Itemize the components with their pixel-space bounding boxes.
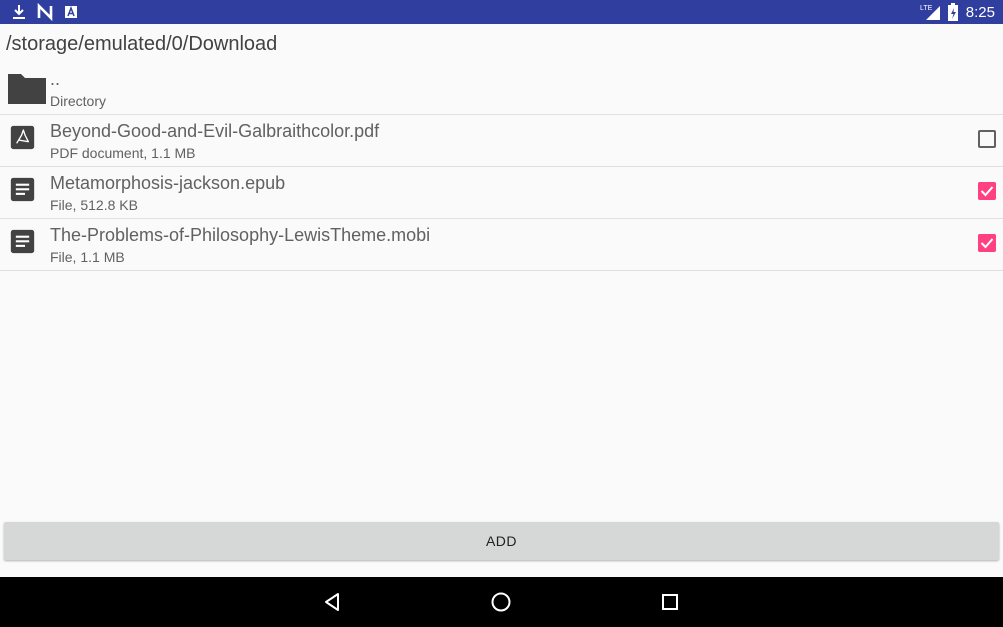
file-name: Metamorphosis-jackson.epub xyxy=(50,173,286,193)
document-icon xyxy=(10,229,35,254)
battery-icon xyxy=(947,3,958,21)
screen: LTE 8:25 /storage/emulated/0/Download ..… xyxy=(0,0,1003,627)
file-meta: File, 1.1 MB xyxy=(50,249,125,265)
file-name: .. xyxy=(50,69,61,89)
select-checkbox[interactable] xyxy=(978,182,996,200)
list-item-file[interactable]: The-Problems-of-Philosophy-LewisTheme.mo… xyxy=(0,219,1003,271)
navigation-bar xyxy=(0,577,1003,627)
pdf-icon xyxy=(10,125,35,150)
list-item-file[interactable]: Metamorphosis-jackson.epub File, 512.8 K… xyxy=(0,167,1003,219)
network-label: LTE xyxy=(920,5,933,12)
list-item-parent-directory[interactable]: .. Directory xyxy=(0,63,1003,115)
path-title: /storage/emulated/0/Download xyxy=(6,33,278,55)
file-name: Beyond-Good-and-Evil-Galbraithcolor.pdf xyxy=(50,121,380,141)
download-icon xyxy=(13,5,25,19)
file-meta: Directory xyxy=(50,93,107,109)
status-right: LTE 8:25 xyxy=(920,2,995,22)
file-meta: PDF document, 1.1 MB xyxy=(50,145,196,161)
status-bar: LTE 8:25 xyxy=(0,0,1003,24)
recents-icon[interactable] xyxy=(658,590,682,614)
lte-signal-icon: LTE xyxy=(920,5,940,20)
add-button[interactable]: ADD xyxy=(4,522,999,560)
file-name: The-Problems-of-Philosophy-LewisTheme.mo… xyxy=(50,225,431,245)
clock: 8:25 xyxy=(965,3,995,21)
file-list: .. Directory Beyond-Good-and-Evil-Galbra… xyxy=(0,63,1003,271)
list-item-file[interactable]: Beyond-Good-and-Evil-Galbraithcolor.pdf … xyxy=(0,115,1003,167)
select-checkbox[interactable] xyxy=(978,130,996,148)
file-meta: File, 512.8 KB xyxy=(50,197,138,213)
n-notification-icon xyxy=(37,3,53,21)
select-checkbox[interactable] xyxy=(978,234,996,252)
home-icon[interactable] xyxy=(489,590,513,614)
back-icon[interactable] xyxy=(320,590,344,614)
document-icon xyxy=(10,177,35,202)
status-left-icons xyxy=(10,3,88,21)
folder-icon xyxy=(8,74,46,104)
a-notification-icon xyxy=(65,5,77,18)
